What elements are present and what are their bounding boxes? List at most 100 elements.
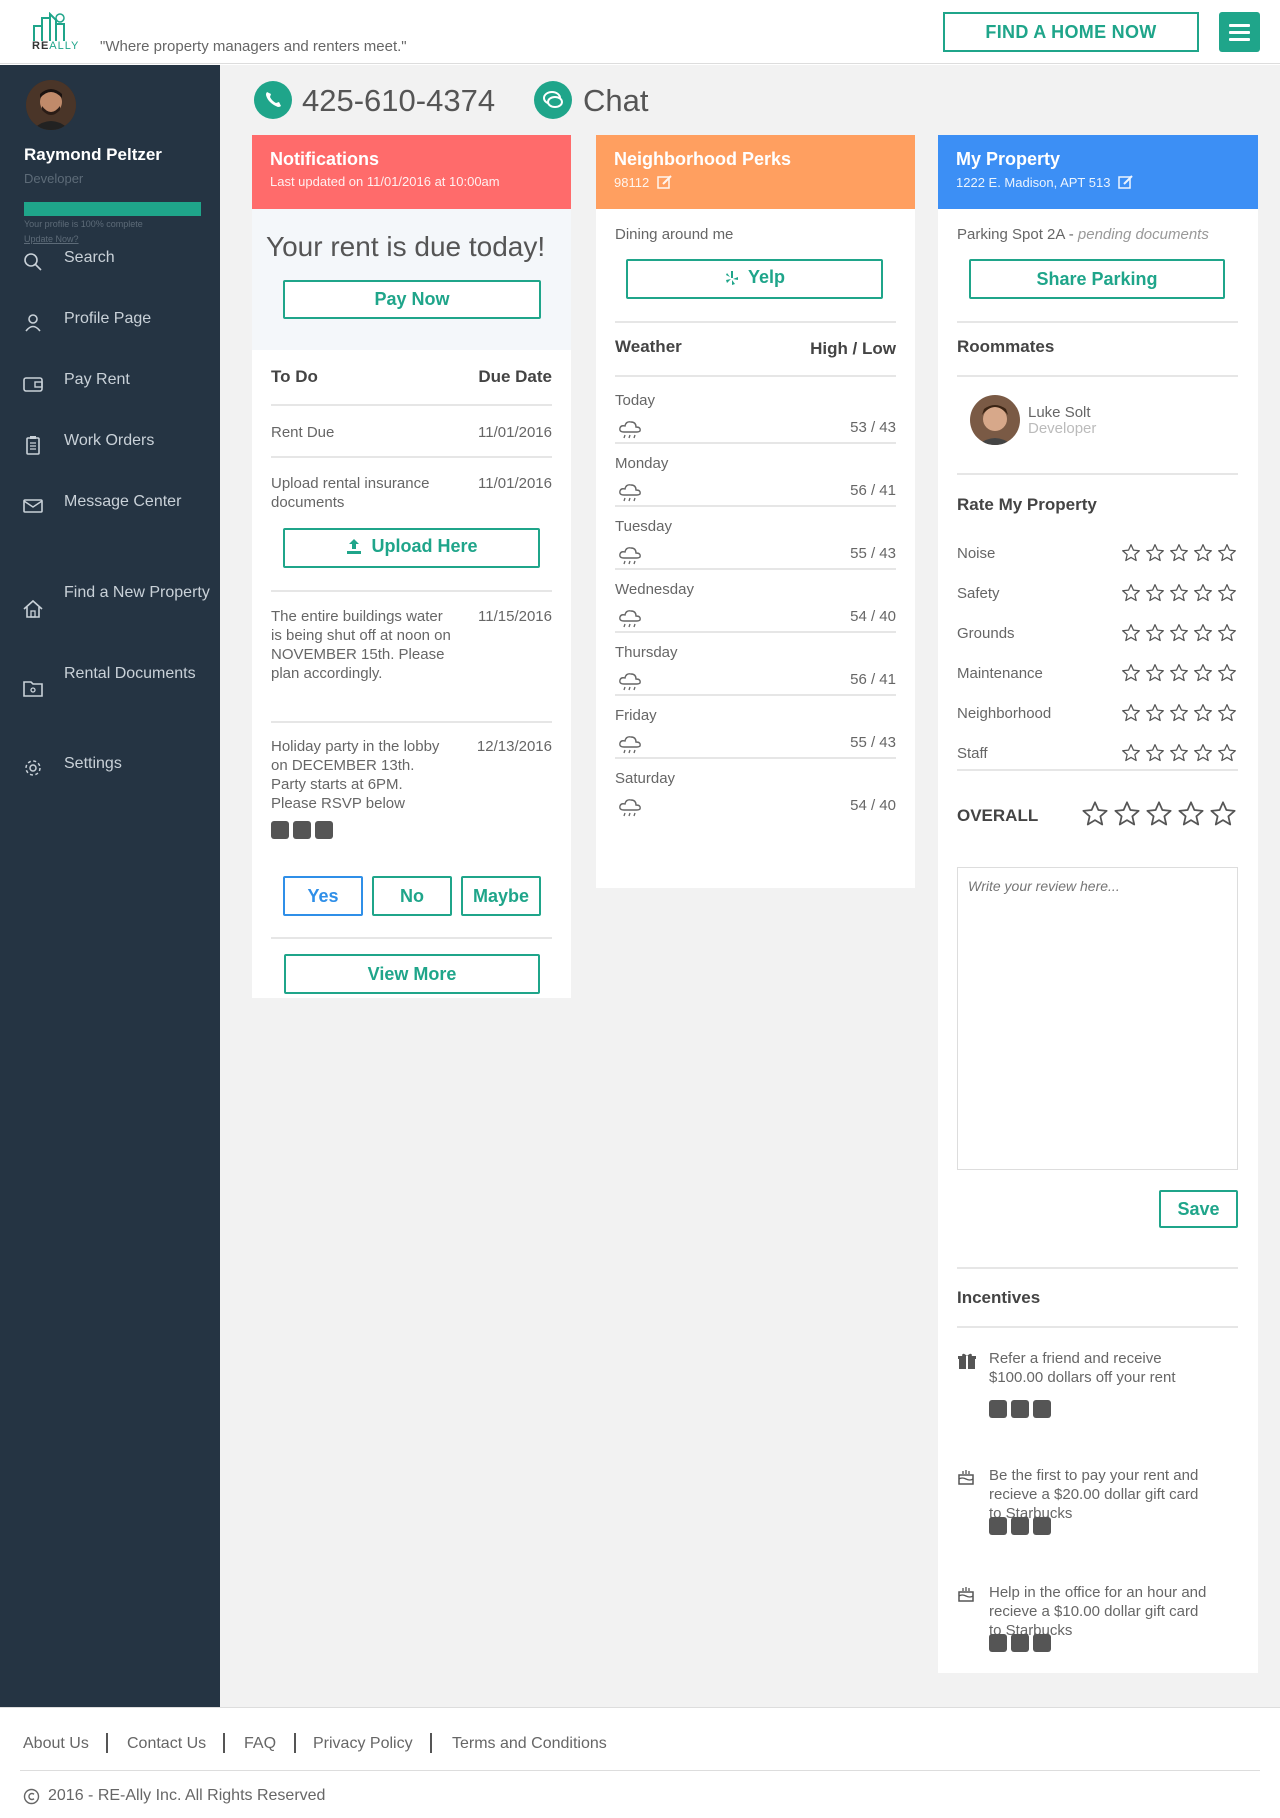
sidebar-item-rental-documents[interactable]: Rental Documents <box>0 665 220 714</box>
facebook-icon[interactable] <box>271 821 289 839</box>
star-icon[interactable] <box>1081 800 1109 828</box>
instagram-icon[interactable] <box>1033 1400 1051 1418</box>
chat-button[interactable] <box>534 81 572 119</box>
star-icon[interactable] <box>1121 703 1141 723</box>
star-icon[interactable] <box>1169 743 1189 763</box>
star-icon[interactable] <box>1121 623 1141 643</box>
update-profile-link[interactable]: Update Now? <box>24 234 79 244</box>
star-icon[interactable] <box>1121 583 1141 603</box>
star-icon[interactable] <box>1169 623 1189 643</box>
save-review-button[interactable]: Save <box>1159 1190 1238 1228</box>
facebook-icon[interactable] <box>989 1634 1007 1652</box>
main-content: 425-610-4374 Chat Notifications Last upd… <box>220 65 1280 1707</box>
edit-icon[interactable] <box>657 174 673 190</box>
star-icon[interactable] <box>1169 543 1189 563</box>
notifications-title: Notifications <box>270 149 380 169</box>
star-icon[interactable] <box>1193 663 1213 683</box>
weather-temps: 55 / 43 <box>850 545 896 562</box>
footer-link-privacy[interactable]: Privacy Policy <box>313 1735 413 1753</box>
notifications-subtitle: Last updated on 11/01/2016 at 10:00am <box>270 174 500 189</box>
star-icon[interactable] <box>1193 703 1213 723</box>
roommate-photo <box>970 395 1020 445</box>
social-icons <box>989 1634 1051 1652</box>
footer-link-faq[interactable]: FAQ <box>244 1735 276 1753</box>
instagram-icon[interactable] <box>1033 1517 1051 1535</box>
star-rating[interactable] <box>1121 543 1237 563</box>
weather-temps: 56 / 41 <box>850 482 896 499</box>
edit-icon[interactable] <box>1118 174 1134 190</box>
twitter-icon[interactable] <box>1011 1634 1029 1652</box>
star-icon[interactable] <box>1145 583 1165 603</box>
pay-now-button[interactable]: Pay Now <box>283 280 541 319</box>
star-icon[interactable] <box>1217 663 1237 683</box>
chat-label[interactable]: Chat <box>583 83 648 119</box>
notifications-header: Notifications Last updated on 11/01/2016… <box>252 135 571 209</box>
star-icon[interactable] <box>1145 623 1165 643</box>
star-icon[interactable] <box>1193 743 1213 763</box>
chat-icon <box>543 91 563 108</box>
rsvp-no-button[interactable]: No <box>372 876 452 916</box>
cake-icon <box>957 1469 975 1485</box>
star-icon[interactable] <box>1169 703 1189 723</box>
property-header: My Property 1222 E. Madison, APT 513 <box>938 135 1258 209</box>
star-icon[interactable] <box>1217 703 1237 723</box>
star-icon[interactable] <box>1145 743 1165 763</box>
star-icon[interactable] <box>1217 543 1237 563</box>
instagram-icon[interactable] <box>315 821 333 839</box>
overall-star-rating[interactable] <box>1081 800 1237 828</box>
star-rating[interactable] <box>1121 703 1237 723</box>
profile-progress-fill <box>24 202 201 216</box>
star-icon[interactable] <box>1145 663 1165 683</box>
star-icon[interactable] <box>1193 623 1213 643</box>
star-rating[interactable] <box>1121 743 1237 763</box>
share-parking-button[interactable]: Share Parking <box>969 259 1225 299</box>
yelp-button[interactable]: Yelp <box>626 259 883 299</box>
footer-link-contact[interactable]: Contact Us <box>127 1735 206 1753</box>
instagram-icon[interactable] <box>1033 1634 1051 1652</box>
star-icon[interactable] <box>1145 703 1165 723</box>
social-icons <box>271 821 333 839</box>
rsvp-yes-button[interactable]: Yes <box>283 876 363 916</box>
facebook-icon[interactable] <box>989 1517 1007 1535</box>
copyright-text: 2016 - RE-Ally Inc. All Rights Reserved <box>48 1787 326 1804</box>
avatar[interactable] <box>26 80 76 130</box>
star-icon[interactable] <box>1217 623 1237 643</box>
star-icon[interactable] <box>1209 800 1237 828</box>
roommate-avatar[interactable] <box>970 395 1020 445</box>
star-icon[interactable] <box>1113 800 1141 828</box>
phone-number[interactable]: 425-610-4374 <box>302 83 495 119</box>
star-icon[interactable] <box>1217 743 1237 763</box>
rent-due-panel: Your rent is due today! Pay Now <box>252 209 571 350</box>
star-rating[interactable] <box>1121 583 1237 603</box>
star-rating[interactable] <box>1121 663 1237 683</box>
star-icon[interactable] <box>1121 663 1141 683</box>
twitter-icon[interactable] <box>1011 1517 1029 1535</box>
hamburger-menu-button[interactable] <box>1219 12 1260 52</box>
sidebar-item-find-property[interactable]: Find a New Property <box>0 584 220 633</box>
footer-link-terms[interactable]: Terms and Conditions <box>452 1735 607 1753</box>
find-home-button[interactable]: FIND A HOME NOW <box>943 12 1199 52</box>
star-icon[interactable] <box>1145 543 1165 563</box>
star-rating[interactable] <box>1121 623 1237 643</box>
star-icon[interactable] <box>1177 800 1205 828</box>
view-more-button[interactable]: View More <box>284 954 540 994</box>
star-icon[interactable] <box>1169 583 1189 603</box>
twitter-icon[interactable] <box>1011 1400 1029 1418</box>
parking-status: pending documents <box>1077 226 1209 243</box>
footer-link-about[interactable]: About Us <box>23 1735 89 1753</box>
rsvp-maybe-button[interactable]: Maybe <box>461 876 541 916</box>
star-icon[interactable] <box>1121 743 1141 763</box>
top-header: REALLY "Where property managers and rent… <box>0 0 1280 64</box>
star-icon[interactable] <box>1145 800 1173 828</box>
cloud-rain-icon <box>617 795 643 819</box>
twitter-icon[interactable] <box>293 821 311 839</box>
star-icon[interactable] <box>1193 543 1213 563</box>
upload-button[interactable]: Upload Here <box>283 528 540 568</box>
review-textarea[interactable] <box>957 867 1238 1170</box>
star-icon[interactable] <box>1169 663 1189 683</box>
star-icon[interactable] <box>1193 583 1213 603</box>
facebook-icon[interactable] <box>989 1400 1007 1418</box>
phone-button[interactable] <box>254 81 292 119</box>
star-icon[interactable] <box>1217 583 1237 603</box>
star-icon[interactable] <box>1121 543 1141 563</box>
